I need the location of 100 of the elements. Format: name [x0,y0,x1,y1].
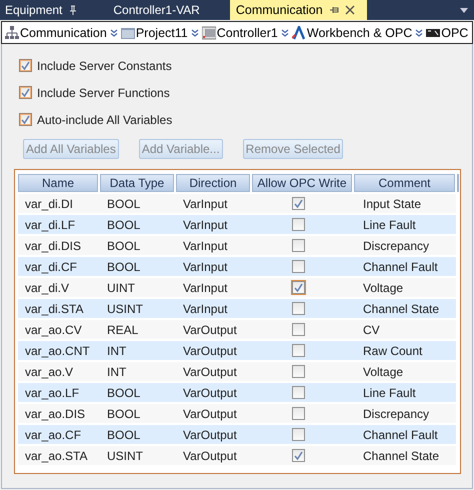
checkbox[interactable] [292,218,305,231]
table-cell-text: VarInput [183,196,228,210]
table-cell-text: INT [107,344,128,358]
table-cell-text: BOOL [107,386,142,400]
table-cell-text: VarOutput [183,386,238,400]
table-row[interactable]: var_ao.V INT VarOutput Voltage [18,362,456,381]
dropdown-icon [460,8,468,12]
checkbox[interactable] [19,86,32,99]
table-row[interactable]: var_ao.STA USINT VarOutput Channel State [18,446,456,465]
double-chevron-icon [190,28,199,36]
table-row[interactable]: var_di.STA USINT VarInput Channel State [18,299,456,318]
table-cell-text: Line Fault [363,218,417,232]
checkbox[interactable] [19,113,32,126]
column-header[interactable]: Direction [176,174,250,192]
double-chevron-icon [280,28,289,36]
table-row[interactable]: var_di.LF BOOL VarInput Line Fault [18,215,456,234]
table-row[interactable]: var_di.V UINT VarInput Voltage [18,278,456,297]
column-header[interactable]: Data Type [100,174,174,192]
checkbox[interactable] [292,344,305,357]
network-icon [5,26,19,40]
tab[interactable]: Communication [230,0,367,20]
table-cell-text: BOOL [107,196,142,210]
table-cell-text: BOOL [107,260,142,274]
table-cell-text: VarOutput [183,428,238,442]
table-cell-text: var_ao.CNT [25,344,91,358]
checkbox[interactable] [292,302,305,315]
checkbox-label: Include Server Constants [37,58,172,72]
table-row[interactable]: var_di.DIS BOOL VarInput Discrepancy [18,236,456,255]
checkbox[interactable] [292,260,305,273]
table-cell-text: UINT [107,280,136,294]
table-cell-text: Channel Fault [363,260,439,274]
checkbox[interactable] [292,239,305,252]
table-cell-text: VarOutput [183,406,238,420]
table-row[interactable]: var_ao.CNT INT VarOutput Raw Count [18,341,456,360]
breadcrumb-item[interactable]: Workbench & OPC [292,26,412,40]
table-cell-text: BOOL [107,428,142,442]
table-cell-text: VarInput [183,280,228,294]
table-cell-text: VarInput [183,218,228,232]
table-cell-text: USINT [107,448,144,462]
table-cell-text: VarOutput [183,364,238,378]
table-cell-text: VarOutput [183,322,238,336]
table-cell-text: VarInput [183,238,228,252]
tab[interactable]: Equipment [0,0,86,20]
table-row[interactable]: var_ao.LF BOOL VarOutput Line Fault [18,383,456,402]
table-row[interactable]: var_ao.CF BOOL VarOutput Channel Fault [18,425,456,444]
breadcrumb-item[interactable]: Project11 [120,26,188,40]
table-cell-text: var_di.DIS [25,238,82,252]
table-cell-text: var_di.V [25,280,70,294]
close-icon [344,5,355,15]
column-header[interactable]: Name [18,174,98,192]
checkbox[interactable] [292,449,305,462]
double-chevron-icon [110,28,118,36]
table-cell-text: Line Fault [363,386,417,400]
table-cell-text: var_ao.DIS [25,406,86,420]
table-cell-text: var_di.LF [25,218,76,232]
table-cell-text: VarOutput [183,448,238,462]
table-cell-text: BOOL [107,406,142,420]
table-cell-text: USINT [107,302,144,316]
table-cell-text: var_ao.CV [25,322,83,336]
table-cell-text: Discrepancy [363,238,430,252]
table-cell-text: Raw Count [363,344,424,358]
checkbox[interactable] [292,323,305,336]
table-row[interactable]: var_ao.CV REAL VarOutput CV [18,320,456,339]
checkbox-label: Include Server Functions [37,86,170,100]
checkbox[interactable] [292,428,305,441]
column-header[interactable]: Comment [354,174,455,192]
checkbox[interactable] [292,197,305,210]
checkbox[interactable] [19,59,32,72]
checkbox[interactable] [292,365,305,378]
checkbox[interactable] [292,386,305,399]
table-cell-text: var_di.STA [25,302,84,316]
table-cell-text: Input State [363,196,422,210]
column-header[interactable]: Allow OPC Write [252,174,352,192]
table-cell-text: CV [363,322,381,336]
table-row[interactable]: var_di.DI BOOL VarInput Input State [18,194,456,213]
table-cell-text: var_di.DI [25,196,74,210]
table-cell-text: var_ao.STA [25,448,88,462]
breadcrumb-item[interactable]: Communication [5,26,107,40]
table-cell-text: Voltage [363,280,404,294]
breadcrumb-item[interactable]: Controller1 [202,26,278,40]
table-cell-text: var_ao.V [25,364,74,378]
table-cell-text: INT [107,364,128,378]
table-cell-text: VarInput [183,260,228,274]
table-cell-text: VarInput [183,302,228,316]
checkbox-label: Auto-include All Variables [37,112,172,126]
controller-icon [202,26,216,40]
letter-a-icon [292,26,306,40]
table-row[interactable]: var_di.CF BOOL VarInput Channel Fault [18,257,456,276]
table-cell-text: BOOL [107,218,142,232]
tab[interactable]: Controller1-VAR [108,0,208,20]
table-cell-text: Channel State [363,448,440,462]
table-cell-text: Channel State [363,302,440,316]
breadcrumb-item[interactable]: OPC [426,26,468,40]
table-cell-text: REAL [107,322,140,336]
folder-icon [120,26,135,40]
table-cell-text: var_ao.CF [25,428,82,442]
checkbox[interactable] [292,407,305,420]
table-cell-text: BOOL [107,238,142,252]
table-row[interactable]: var_ao.DIS BOOL VarOutput Discrepancy [18,404,456,423]
table-cell-text: Channel Fault [363,428,439,442]
